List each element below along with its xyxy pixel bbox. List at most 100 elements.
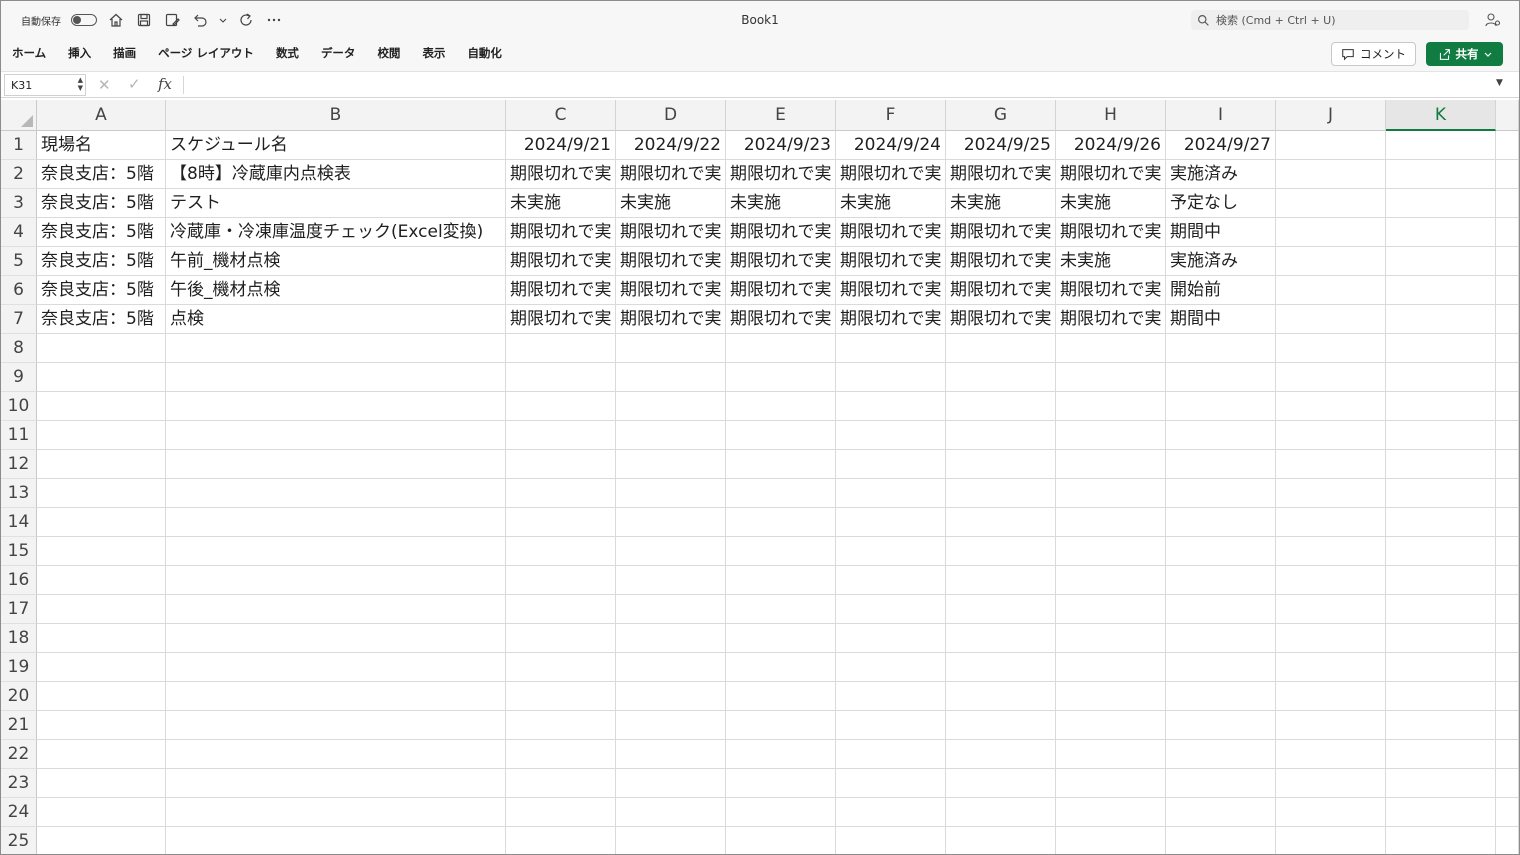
cell-e17[interactable] [726, 595, 836, 624]
cell-h12[interactable] [1056, 450, 1166, 479]
cell-j13[interactable] [1276, 479, 1386, 508]
cell-j20[interactable] [1276, 682, 1386, 711]
cell-g10[interactable] [946, 392, 1056, 421]
row-header-20[interactable]: 20 [1, 682, 37, 711]
row-header-4[interactable]: 4 [1, 218, 37, 247]
cell-c14[interactable] [506, 508, 616, 537]
cell-d23[interactable] [616, 769, 726, 798]
cell-j6[interactable] [1276, 276, 1386, 305]
select-all-corner[interactable] [1, 100, 37, 131]
cell-i19[interactable] [1166, 653, 1276, 682]
cell-a20[interactable] [37, 682, 166, 711]
cell-c5[interactable]: 期限切れで実 [506, 247, 616, 276]
cell-d10[interactable] [616, 392, 726, 421]
cell-k16[interactable] [1386, 566, 1496, 595]
cell-b10[interactable] [166, 392, 506, 421]
cell-b21[interactable] [166, 711, 506, 740]
cell-k2[interactable] [1386, 160, 1496, 189]
row-header-11[interactable]: 11 [1, 421, 37, 450]
cell-c4[interactable]: 期限切れで実 [506, 218, 616, 247]
insert-function-icon[interactable]: fx [158, 75, 172, 93]
cell-h15[interactable] [1056, 537, 1166, 566]
cell-j9[interactable] [1276, 363, 1386, 392]
tab-page-layout[interactable]: ページ レイアウト [158, 45, 254, 61]
cell-k24[interactable] [1386, 798, 1496, 827]
cell-e25[interactable] [726, 827, 836, 854]
tab-home[interactable]: ホーム [12, 45, 46, 61]
cell-b1[interactable]: スケジュール名 [166, 131, 506, 160]
row-header-2[interactable]: 2 [1, 160, 37, 189]
cell-d14[interactable] [616, 508, 726, 537]
cell-j7[interactable] [1276, 305, 1386, 334]
cell-c1[interactable]: 2024/9/21 [506, 131, 616, 160]
cell-e7[interactable]: 期限切れで実 [726, 305, 836, 334]
cell-h21[interactable] [1056, 711, 1166, 740]
cell-k7[interactable] [1386, 305, 1496, 334]
cell-c19[interactable] [506, 653, 616, 682]
cell-d7[interactable]: 期限切れで実 [616, 305, 726, 334]
cell-b18[interactable] [166, 624, 506, 653]
cell-f9[interactable] [836, 363, 946, 392]
cell-f16[interactable] [836, 566, 946, 595]
confirm-entry-icon[interactable]: ✓ [128, 75, 141, 93]
cell-j8[interactable] [1276, 334, 1386, 363]
cell-g3[interactable]: 未実施 [946, 189, 1056, 218]
column-header-e[interactable]: E [726, 100, 836, 131]
cell-g13[interactable] [946, 479, 1056, 508]
cell-b22[interactable] [166, 740, 506, 769]
cell-g1[interactable]: 2024/9/25 [946, 131, 1056, 160]
cell-k4[interactable] [1386, 218, 1496, 247]
cell-g24[interactable] [946, 798, 1056, 827]
cell-d24[interactable] [616, 798, 726, 827]
cell-a12[interactable] [37, 450, 166, 479]
cell-h1[interactable]: 2024/9/26 [1056, 131, 1166, 160]
cell-f19[interactable] [836, 653, 946, 682]
cell-b4[interactable]: 冷蔵庫・冷凍庫温度チェック(Excel変換) [166, 218, 506, 247]
cell-h2[interactable]: 期限切れで実 [1056, 160, 1166, 189]
cell-d6[interactable]: 期限切れで実 [616, 276, 726, 305]
cell-j24[interactable] [1276, 798, 1386, 827]
cell-a8[interactable] [37, 334, 166, 363]
cell-d18[interactable] [616, 624, 726, 653]
cell-f10[interactable] [836, 392, 946, 421]
row-header-19[interactable]: 19 [1, 653, 37, 682]
cell-k20[interactable] [1386, 682, 1496, 711]
cell-d20[interactable] [616, 682, 726, 711]
cell-j11[interactable] [1276, 421, 1386, 450]
cell-a7[interactable]: 奈良支店：5階 [37, 305, 166, 334]
cell-e3[interactable]: 未実施 [726, 189, 836, 218]
cell-c15[interactable] [506, 537, 616, 566]
cell-e14[interactable] [726, 508, 836, 537]
formula-input[interactable] [191, 76, 1481, 94]
cell-c20[interactable] [506, 682, 616, 711]
row-header-10[interactable]: 10 [1, 392, 37, 421]
cell-b25[interactable] [166, 827, 506, 854]
cell-h25[interactable] [1056, 827, 1166, 854]
cell-b19[interactable] [166, 653, 506, 682]
cell-i22[interactable] [1166, 740, 1276, 769]
cell-j2[interactable] [1276, 160, 1386, 189]
column-header-c[interactable]: C [506, 100, 616, 131]
cell-h7[interactable]: 期限切れで実 [1056, 305, 1166, 334]
cell-a1[interactable]: 現場名 [37, 131, 166, 160]
cell-c16[interactable] [506, 566, 616, 595]
cell-a6[interactable]: 奈良支店：5階 [37, 276, 166, 305]
row-header-3[interactable]: 3 [1, 189, 37, 218]
cell-d11[interactable] [616, 421, 726, 450]
cell-h3[interactable]: 未実施 [1056, 189, 1166, 218]
name-box-stepper-icon[interactable]: ▲ ▼ [78, 76, 83, 92]
cell-a21[interactable] [37, 711, 166, 740]
cell-h13[interactable] [1056, 479, 1166, 508]
cell-f20[interactable] [836, 682, 946, 711]
cell-a10[interactable] [37, 392, 166, 421]
cell-a14[interactable] [37, 508, 166, 537]
cell-j14[interactable] [1276, 508, 1386, 537]
cell-e18[interactable] [726, 624, 836, 653]
cell-d21[interactable] [616, 711, 726, 740]
cell-e10[interactable] [726, 392, 836, 421]
row-header-23[interactable]: 23 [1, 769, 37, 798]
cell-d8[interactable] [616, 334, 726, 363]
column-header-a[interactable]: A [37, 100, 166, 131]
cell-b17[interactable] [166, 595, 506, 624]
cell-j12[interactable] [1276, 450, 1386, 479]
